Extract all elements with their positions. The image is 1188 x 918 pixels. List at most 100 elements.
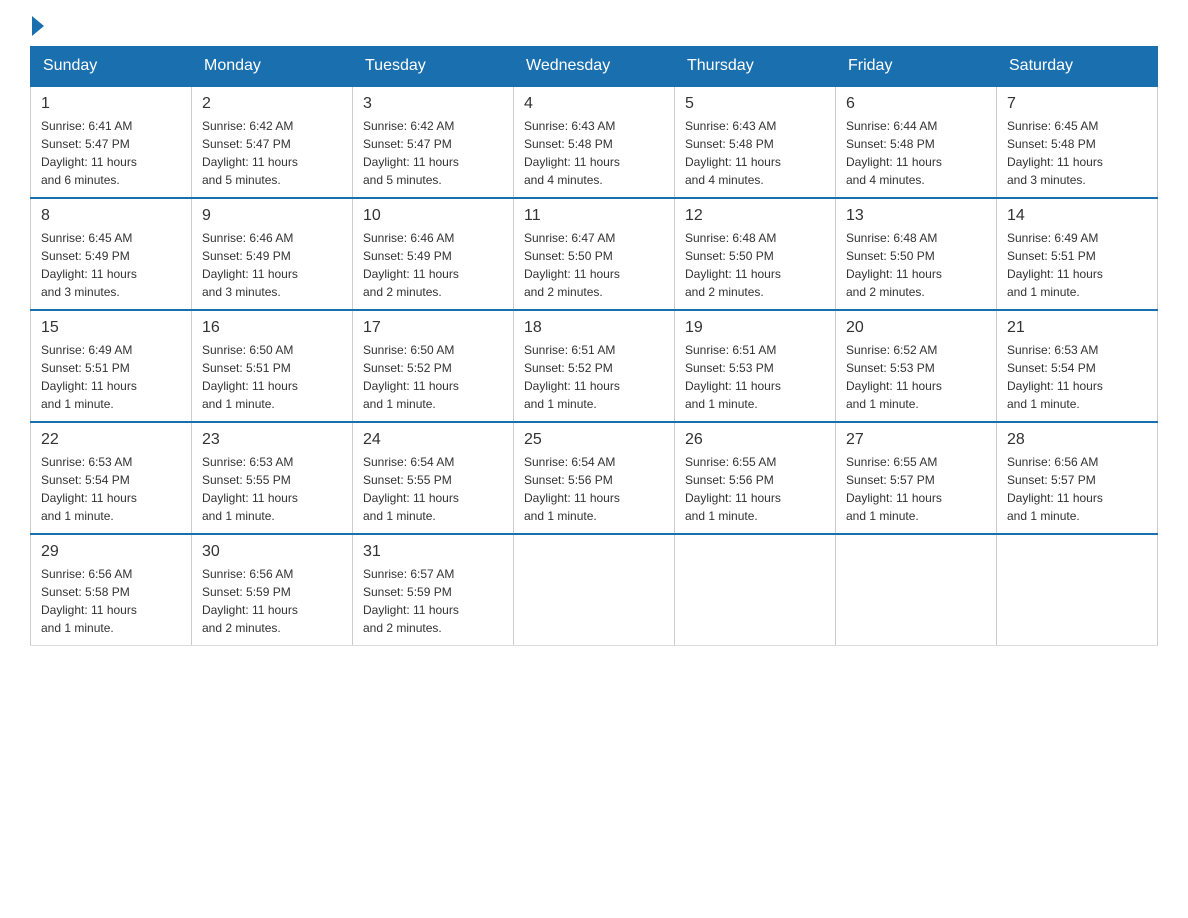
day-info: Sunrise: 6:46 AMSunset: 5:49 PMDaylight:… <box>363 229 503 301</box>
calendar-cell: 8 Sunrise: 6:45 AMSunset: 5:49 PMDaylight… <box>31 198 192 310</box>
day-info: Sunrise: 6:50 AMSunset: 5:52 PMDaylight:… <box>363 341 503 413</box>
day-info: Sunrise: 6:54 AMSunset: 5:55 PMDaylight:… <box>363 453 503 525</box>
calendar-table: SundayMondayTuesdayWednesdayThursdayFrid… <box>30 46 1158 646</box>
calendar-cell: 14 Sunrise: 6:49 AMSunset: 5:51 PMDayligh… <box>997 198 1158 310</box>
day-number: 19 <box>685 319 825 337</box>
day-number: 8 <box>41 207 181 225</box>
calendar-cell <box>836 534 997 646</box>
col-header-thursday: Thursday <box>675 47 836 87</box>
day-number: 31 <box>363 543 503 561</box>
calendar-cell: 31Sunrise: 6:57 AMSunset: 5:59 PMDayligh… <box>353 534 514 646</box>
calendar-cell: 25 Sunrise: 6:54 AMSunset: 5:56 PMDayligh… <box>514 422 675 534</box>
day-info: Sunrise: 6:53 AMSunset: 5:54 PMDaylight:… <box>41 453 181 525</box>
day-number: 22 <box>41 431 181 449</box>
col-header-tuesday: Tuesday <box>353 47 514 87</box>
day-number: 7 <box>1007 95 1147 113</box>
calendar-cell: 10 Sunrise: 6:46 AMSunset: 5:49 PMDayligh… <box>353 198 514 310</box>
calendar-cell: 17 Sunrise: 6:50 AMSunset: 5:52 PMDayligh… <box>353 310 514 422</box>
day-number: 23 <box>202 431 342 449</box>
day-info: Sunrise: 6:45 AMSunset: 5:49 PMDaylight:… <box>41 229 181 301</box>
calendar-week-row: 22 Sunrise: 6:53 AMSunset: 5:54 PMDayligh… <box>31 422 1158 534</box>
day-number: 11 <box>524 207 664 225</box>
day-info: Sunrise: 6:49 AMSunset: 5:51 PMDaylight:… <box>1007 229 1147 301</box>
day-number: 12 <box>685 207 825 225</box>
day-number: 3 <box>363 95 503 113</box>
calendar-cell: 20Sunrise: 6:52 AMSunset: 5:53 PMDayligh… <box>836 310 997 422</box>
day-number: 24 <box>363 431 503 449</box>
day-info: Sunrise: 6:41 AMSunset: 5:47 PMDaylight:… <box>41 117 181 189</box>
calendar-cell: 1 Sunrise: 6:41 AMSunset: 5:47 PMDaylight… <box>31 86 192 198</box>
day-number: 27 <box>846 431 986 449</box>
day-info: Sunrise: 6:50 AMSunset: 5:51 PMDaylight:… <box>202 341 342 413</box>
day-info: Sunrise: 6:53 AMSunset: 5:55 PMDaylight:… <box>202 453 342 525</box>
day-info: Sunrise: 6:44 AMSunset: 5:48 PMDaylight:… <box>846 117 986 189</box>
calendar-cell: 5Sunrise: 6:43 AMSunset: 5:48 PMDaylight… <box>675 86 836 198</box>
day-number: 6 <box>846 95 986 113</box>
day-number: 25 <box>524 431 664 449</box>
calendar-cell: 23 Sunrise: 6:53 AMSunset: 5:55 PMDayligh… <box>192 422 353 534</box>
calendar-cell <box>675 534 836 646</box>
day-number: 26 <box>685 431 825 449</box>
day-info: Sunrise: 6:48 AMSunset: 5:50 PMDaylight:… <box>846 229 986 301</box>
calendar-cell: 19 Sunrise: 6:51 AMSunset: 5:53 PMDayligh… <box>675 310 836 422</box>
day-number: 1 <box>41 95 181 113</box>
calendar-cell: 18 Sunrise: 6:51 AMSunset: 5:52 PMDayligh… <box>514 310 675 422</box>
day-info: Sunrise: 6:55 AMSunset: 5:57 PMDaylight:… <box>846 453 986 525</box>
day-number: 21 <box>1007 319 1147 337</box>
day-number: 18 <box>524 319 664 337</box>
day-number: 10 <box>363 207 503 225</box>
calendar-cell: 24 Sunrise: 6:54 AMSunset: 5:55 PMDayligh… <box>353 422 514 534</box>
day-info: Sunrise: 6:54 AMSunset: 5:56 PMDaylight:… <box>524 453 664 525</box>
logo-blue-part <box>30 20 44 36</box>
day-info: Sunrise: 6:51 AMSunset: 5:53 PMDaylight:… <box>685 341 825 413</box>
calendar-week-row: 1 Sunrise: 6:41 AMSunset: 5:47 PMDaylight… <box>31 86 1158 198</box>
day-info: Sunrise: 6:49 AMSunset: 5:51 PMDaylight:… <box>41 341 181 413</box>
day-number: 16 <box>202 319 342 337</box>
col-header-sunday: Sunday <box>31 47 192 87</box>
calendar-cell: 4 Sunrise: 6:43 AMSunset: 5:48 PMDaylight… <box>514 86 675 198</box>
day-info: Sunrise: 6:53 AMSunset: 5:54 PMDaylight:… <box>1007 341 1147 413</box>
calendar-cell: 26Sunrise: 6:55 AMSunset: 5:56 PMDayligh… <box>675 422 836 534</box>
day-number: 20 <box>846 319 986 337</box>
day-info: Sunrise: 6:43 AMSunset: 5:48 PMDaylight:… <box>685 117 825 189</box>
calendar-cell: 11 Sunrise: 6:47 AMSunset: 5:50 PMDayligh… <box>514 198 675 310</box>
day-number: 13 <box>846 207 986 225</box>
calendar-cell: 6 Sunrise: 6:44 AMSunset: 5:48 PMDaylight… <box>836 86 997 198</box>
calendar-cell <box>997 534 1158 646</box>
calendar-cell <box>514 534 675 646</box>
page-header <box>30 20 1158 36</box>
logo <box>30 20 44 36</box>
calendar-cell: 22 Sunrise: 6:53 AMSunset: 5:54 PMDayligh… <box>31 422 192 534</box>
day-number: 28 <box>1007 431 1147 449</box>
calendar-week-row: 15 Sunrise: 6:49 AMSunset: 5:51 PMDayligh… <box>31 310 1158 422</box>
day-number: 14 <box>1007 207 1147 225</box>
day-info: Sunrise: 6:42 AMSunset: 5:47 PMDaylight:… <box>363 117 503 189</box>
col-header-saturday: Saturday <box>997 47 1158 87</box>
day-info: Sunrise: 6:48 AMSunset: 5:50 PMDaylight:… <box>685 229 825 301</box>
day-number: 9 <box>202 207 342 225</box>
col-header-friday: Friday <box>836 47 997 87</box>
day-number: 15 <box>41 319 181 337</box>
calendar-cell: 12 Sunrise: 6:48 AMSunset: 5:50 PMDayligh… <box>675 198 836 310</box>
day-number: 4 <box>524 95 664 113</box>
day-info: Sunrise: 6:56 AMSunset: 5:57 PMDaylight:… <box>1007 453 1147 525</box>
day-info: Sunrise: 6:56 AMSunset: 5:59 PMDaylight:… <box>202 565 342 637</box>
day-info: Sunrise: 6:47 AMSunset: 5:50 PMDaylight:… <box>524 229 664 301</box>
day-info: Sunrise: 6:43 AMSunset: 5:48 PMDaylight:… <box>524 117 664 189</box>
day-info: Sunrise: 6:51 AMSunset: 5:52 PMDaylight:… <box>524 341 664 413</box>
calendar-cell: 27 Sunrise: 6:55 AMSunset: 5:57 PMDayligh… <box>836 422 997 534</box>
day-number: 2 <box>202 95 342 113</box>
calendar-cell: 7Sunrise: 6:45 AMSunset: 5:48 PMDaylight… <box>997 86 1158 198</box>
calendar-cell: 21 Sunrise: 6:53 AMSunset: 5:54 PMDayligh… <box>997 310 1158 422</box>
col-header-monday: Monday <box>192 47 353 87</box>
calendar-cell: 9 Sunrise: 6:46 AMSunset: 5:49 PMDaylight… <box>192 198 353 310</box>
calendar-cell: 28 Sunrise: 6:56 AMSunset: 5:57 PMDayligh… <box>997 422 1158 534</box>
calendar-cell: 15 Sunrise: 6:49 AMSunset: 5:51 PMDayligh… <box>31 310 192 422</box>
day-number: 17 <box>363 319 503 337</box>
logo-arrow-icon <box>32 16 44 36</box>
day-info: Sunrise: 6:56 AMSunset: 5:58 PMDaylight:… <box>41 565 181 637</box>
calendar-cell: 16 Sunrise: 6:50 AMSunset: 5:51 PMDayligh… <box>192 310 353 422</box>
day-info: Sunrise: 6:42 AMSunset: 5:47 PMDaylight:… <box>202 117 342 189</box>
day-number: 29 <box>41 543 181 561</box>
day-info: Sunrise: 6:46 AMSunset: 5:49 PMDaylight:… <box>202 229 342 301</box>
